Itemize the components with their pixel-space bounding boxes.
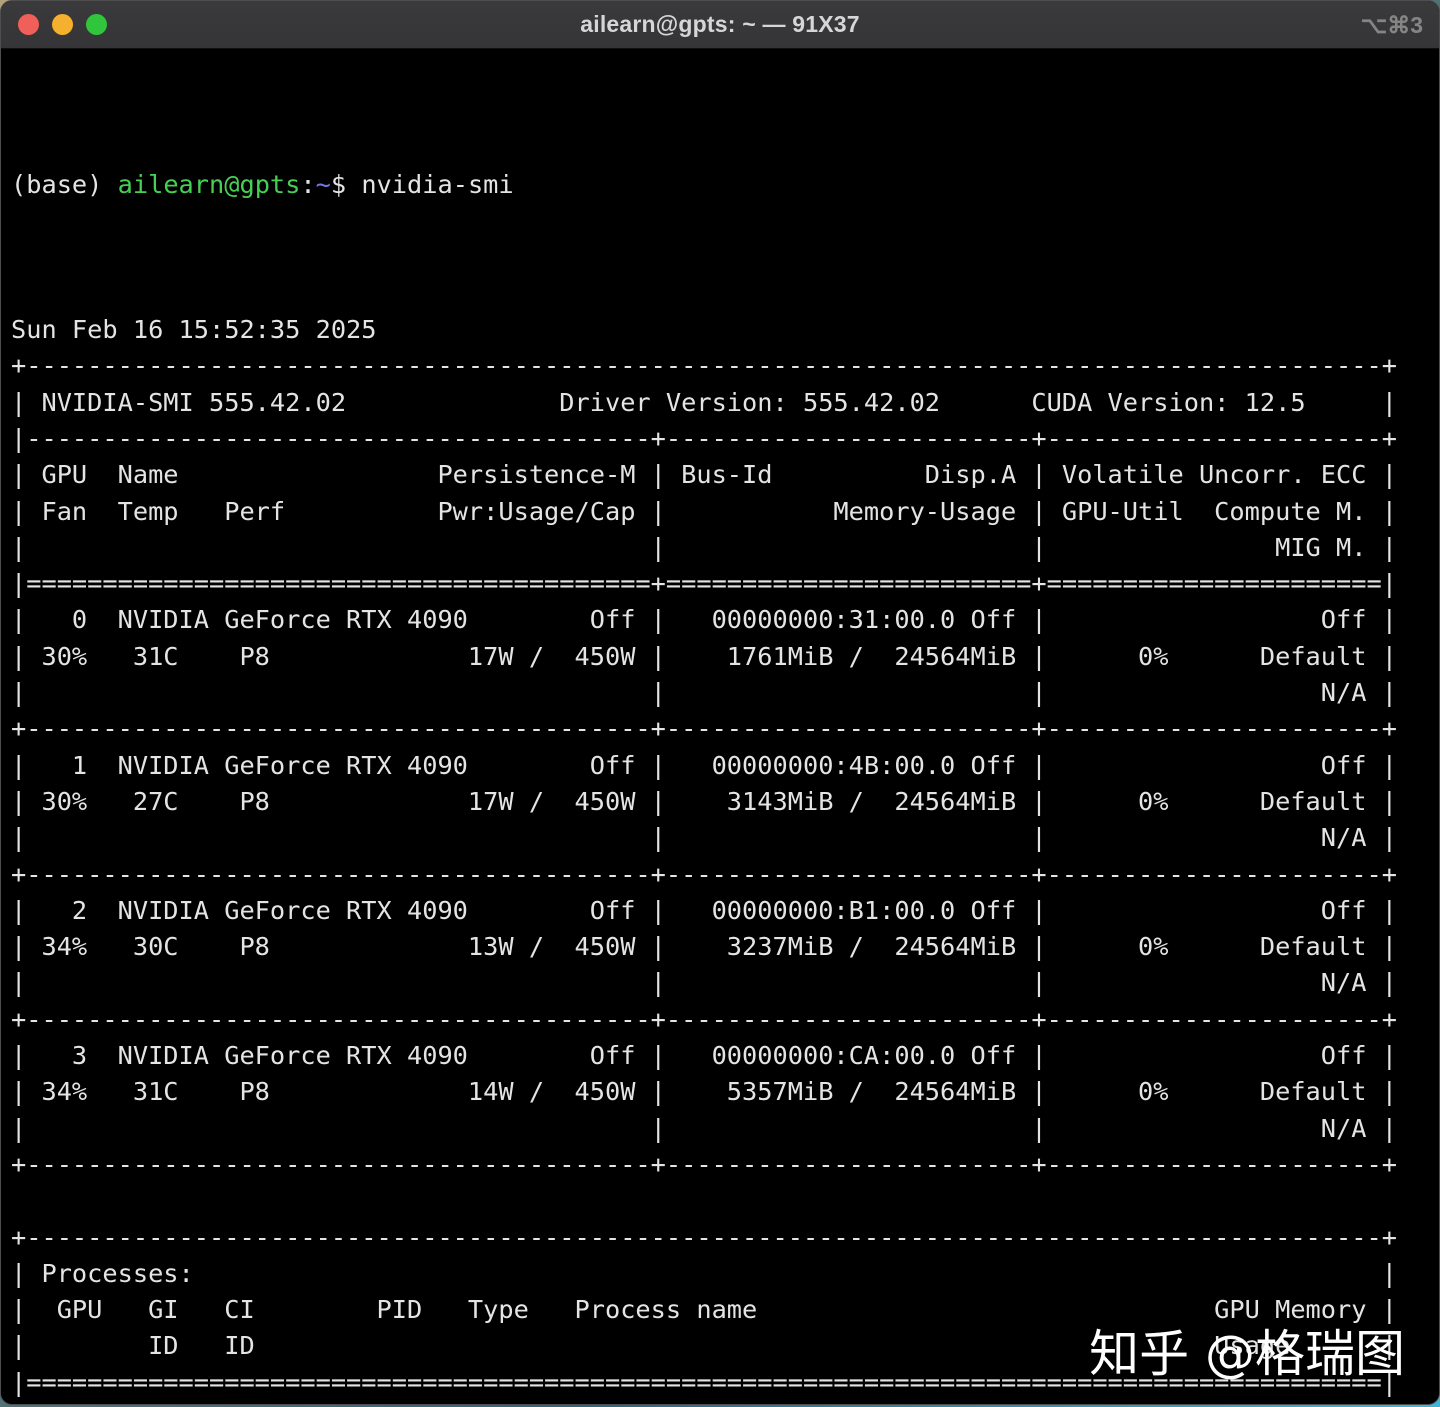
watermark: 知乎 @格瑞图 <box>1089 1324 1405 1383</box>
terminal-content-area[interactable]: (base) ailearn@gpts:~$ nvidia-smi Sun Fe… <box>1 49 1439 1404</box>
terminal-window: ailearn@gpts: ~ — 91X37 ⌥⌘3 (base) ailea… <box>0 0 1440 1405</box>
prompt-colon: : <box>300 169 316 199</box>
titlebar[interactable]: ailearn@gpts: ~ — 91X37 ⌥⌘3 <box>1 1 1439 49</box>
prompt-symbol: $ <box>330 169 362 199</box>
window-title: ailearn@gpts: ~ — 91X37 <box>580 11 860 37</box>
zoom-button[interactable] <box>86 14 107 35</box>
conda-env-label: (base) <box>11 169 118 199</box>
entered-command: nvidia-smi <box>361 169 514 199</box>
window-shortcut-badge: ⌥⌘3 <box>1360 12 1423 38</box>
nvidia-smi-output: Sun Feb 16 15:52:35 2025 +--------------… <box>11 315 1397 1404</box>
close-button[interactable] <box>18 14 39 35</box>
user-host-label: ailearn@gpts <box>117 169 301 199</box>
minimize-button[interactable] <box>52 14 73 35</box>
cwd-label: ~ <box>315 169 331 199</box>
prompt-line-top: (base) ailearn@gpts:~$ nvidia-smi <box>11 167 1439 203</box>
traffic-lights <box>18 14 107 35</box>
